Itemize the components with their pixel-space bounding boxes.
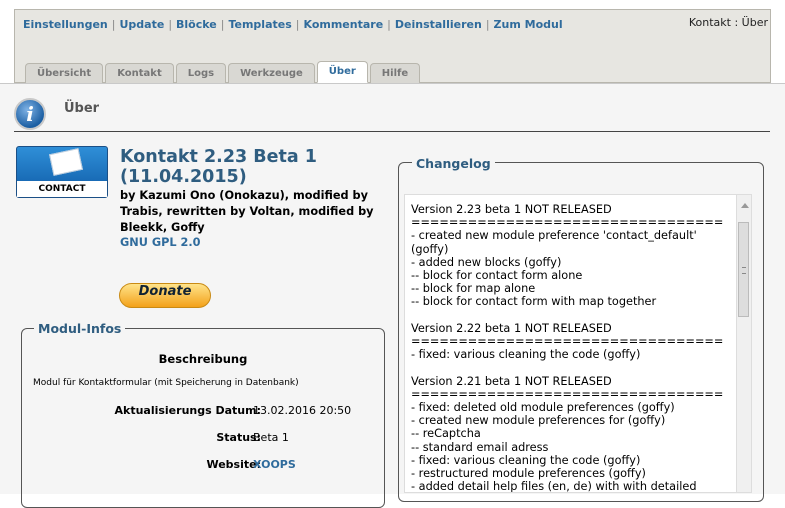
nav-templates[interactable]: Templates [228,18,291,31]
info-value: 13.02.2016 20:50 [253,404,352,417]
breadcrumb: Kontakt : Über [688,16,768,29]
tab-bar: Übersicht Kontakt Logs Werkzeuge Über Hi… [25,61,422,83]
license-link[interactable]: GNU GPL 2.0 [120,236,201,249]
nav-zum-modul[interactable]: Zum Modul [494,18,563,31]
nav-separator: | [387,18,391,31]
nav-deinstallieren[interactable]: Deinstallieren [395,18,482,31]
nav-bloecke[interactable]: Blöcke [176,18,217,31]
tab-kontakt[interactable]: Kontakt [105,63,174,83]
envelope-icon [49,148,83,176]
info-label: Aktualisierungs Datum: [114,404,261,417]
admin-header: Einstellungen | Update | Blöcke | Templates | Ko… [14,9,771,83]
donate-button[interactable]: Donate [119,283,211,308]
scroll-thumb[interactable] [738,222,749,317]
divider [14,131,770,132]
changelog-textarea[interactable]: Version 2.23 beta 1 NOT RELEASED =======… [404,194,752,493]
changelog-text: Version 2.23 beta 1 NOT RELEASED =======… [411,203,724,493]
module-title: Kontakt 2.23 Beta 1 (11.04.2015) [120,147,317,187]
changelog-legend: Changelog [412,156,495,171]
module-logo: CONTACT [16,146,108,198]
module-logo-label: CONTACT [17,181,107,197]
grip-icon [742,267,746,274]
top-nav: Einstellungen | Update | Blöcke | Templates | Ko… [23,18,563,31]
info-value: Beta 1 [253,431,289,444]
tab-hilfe[interactable]: Hilfe [369,63,421,83]
description-heading: Beschreibung [158,352,248,366]
tab-logs[interactable]: Logs [175,63,227,83]
info-icon: i [14,98,46,130]
nav-einstellungen[interactable]: Einstellungen [23,18,108,31]
nav-kommentare[interactable]: Kommentare [304,18,384,31]
description-text: Modul für Kontaktformular (mit Speicheru… [33,378,299,388]
tab-ueber[interactable]: Über [316,61,368,83]
tab-werkzeuge[interactable]: Werkzeuge [228,63,315,83]
changelog-scrollbar[interactable] [736,195,751,492]
scroll-up-icon[interactable] [741,203,749,208]
module-authors: by Kazumi Ono (Onokazu), modified by Tra… [120,189,374,234]
nav-update[interactable]: Update [119,18,164,31]
page-title: Über [64,101,100,116]
nav-separator: | [485,18,490,31]
tab-uebersicht[interactable]: Übersicht [25,63,104,83]
nav-separator: | [168,18,173,31]
nav-separator: | [111,18,116,31]
nav-separator: | [295,18,300,31]
nav-separator: | [220,18,225,31]
website-link[interactable]: XOOPS [253,458,296,471]
modul-infos-legend: Modul-Infos [34,321,126,336]
